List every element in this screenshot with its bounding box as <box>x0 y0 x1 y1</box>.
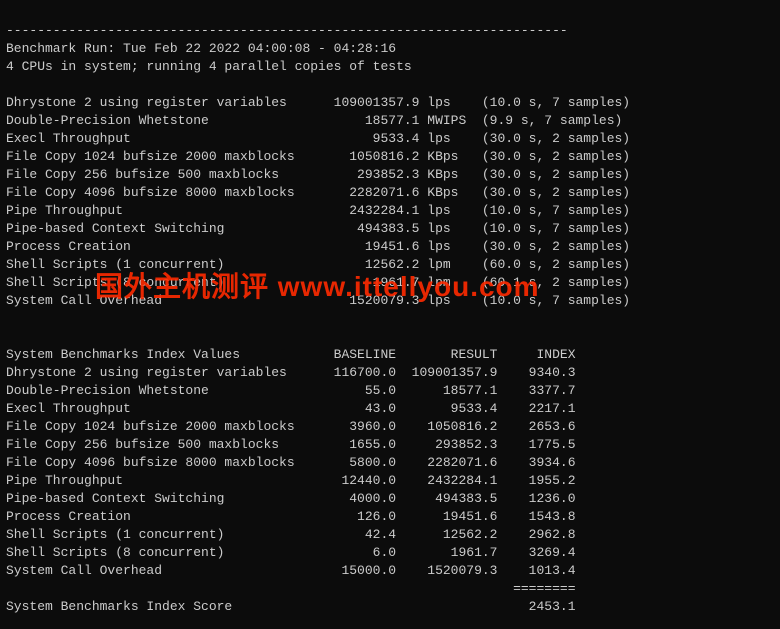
cpu-line: 4 CPUs in system; running 4 parallel cop… <box>6 59 412 74</box>
tests-block: Dhrystone 2 using register variables 109… <box>6 94 774 310</box>
index-header-line: System Benchmarks Index Values BASELINE … <box>6 346 774 364</box>
run-line: Benchmark Run: Tue Feb 22 2022 04:00:08 … <box>6 41 396 56</box>
top-rule: ----------------------------------------… <box>6 23 568 38</box>
index-rule-line: ======== <box>6 580 774 598</box>
index-rows: Dhrystone 2 using register variables 116… <box>6 364 774 580</box>
terminal-output: ----------------------------------------… <box>0 0 780 629</box>
score-line: System Benchmarks Index Score 2453.1 <box>6 598 774 616</box>
